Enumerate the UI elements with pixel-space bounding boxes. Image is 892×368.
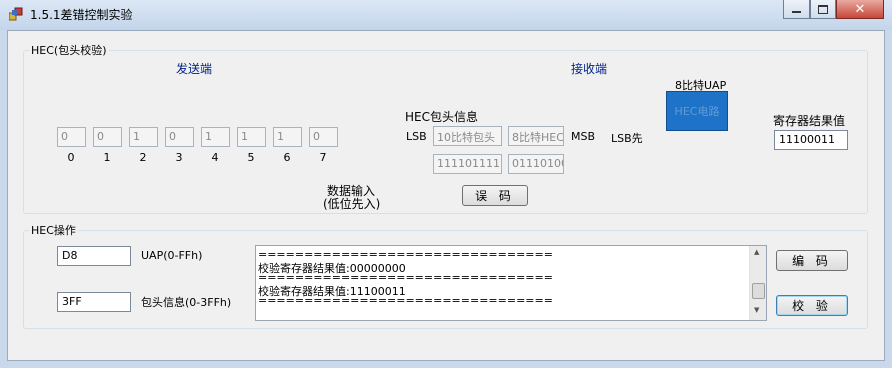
minimize-icon [792, 11, 801, 13]
close-button[interactable]: ✕ [836, 0, 884, 19]
bit-index-7: 7 [319, 151, 327, 164]
uap-input[interactable]: D8 [57, 246, 131, 266]
bit-box-0[interactable]: 0 [57, 127, 86, 147]
register-result-label: 寄存器结果值 [773, 114, 846, 128]
client-area: HEC(包头校验) 发送端 接收端 8比特UAP 0 0 1 0 1 1 1 0… [7, 30, 885, 361]
bit-index-0: 0 [67, 151, 75, 164]
bit-box-1[interactable]: 0 [93, 127, 122, 147]
header-8bit-field[interactable]: 8比特HEC [508, 126, 564, 146]
result-log[interactable]: ================================ 校验寄存器结果… [255, 245, 767, 321]
verify-button[interactable]: 校 验 [776, 295, 848, 316]
header-10bit-field[interactable]: 10比特包头 [433, 126, 502, 146]
bit-box-5[interactable]: 1 [237, 127, 266, 147]
header-10bit-value[interactable]: 1111011111 [433, 154, 502, 174]
receive-end-label: 接收端 [571, 62, 608, 76]
title-bar: 1.5.1差错控制实验 ✕ [0, 0, 892, 30]
encode-button[interactable]: 编 码 [776, 250, 848, 271]
msb-label: MSB [571, 130, 596, 143]
error-code-button[interactable]: 误 码 [462, 185, 528, 206]
log-scrollbar[interactable]: ▲ ▼ [749, 246, 766, 320]
header-8bit-value[interactable]: 01110100 [508, 154, 564, 174]
scroll-up-icon[interactable]: ▲ [754, 248, 759, 256]
hec-check-legend: HEC(包头校验) [31, 44, 107, 57]
send-end-label: 发送端 [176, 62, 213, 76]
maximize-icon [818, 4, 828, 14]
window-title: 1.5.1差错控制实验 [30, 8, 133, 22]
bit-box-3[interactable]: 0 [165, 127, 194, 147]
maximize-button[interactable] [810, 0, 836, 19]
hec-operation-legend: HEC操作 [31, 224, 76, 237]
close-icon: ✕ [854, 1, 866, 17]
lsb-label: LSB [406, 130, 427, 143]
bit-index-3: 3 [175, 151, 183, 164]
log-line: ================================ [258, 294, 553, 307]
bit-box-2[interactable]: 1 [129, 127, 158, 147]
uap-range-label: UAP(0-FFh) [141, 249, 203, 262]
scroll-thumb[interactable] [752, 283, 765, 299]
bit-index-4: 4 [211, 151, 219, 164]
bit-index-5: 5 [247, 151, 255, 164]
bit-box-6[interactable]: 1 [273, 127, 302, 147]
bit-box-7[interactable]: 0 [309, 127, 338, 147]
header-range-label: 包头信息(0-3FFh) [141, 296, 232, 309]
app-icon [9, 7, 23, 21]
lsb-first-label: LSB先 [611, 132, 643, 145]
bit-index-6: 6 [283, 151, 291, 164]
low-bit-first-label: (低位先入) [323, 197, 381, 211]
scroll-down-icon[interactable]: ▼ [754, 306, 759, 314]
hec-circuit-block: HEC电路 [666, 91, 728, 131]
bit-index-2: 2 [139, 151, 147, 164]
bit-index-1: 1 [103, 151, 111, 164]
hec-header-info-label: HEC包头信息 [405, 110, 478, 124]
bit-box-4[interactable]: 1 [201, 127, 230, 147]
header-info-input[interactable]: 3FF [57, 292, 131, 312]
minimize-button[interactable] [783, 0, 810, 19]
register-result-field[interactable]: 11100011 [774, 130, 848, 150]
